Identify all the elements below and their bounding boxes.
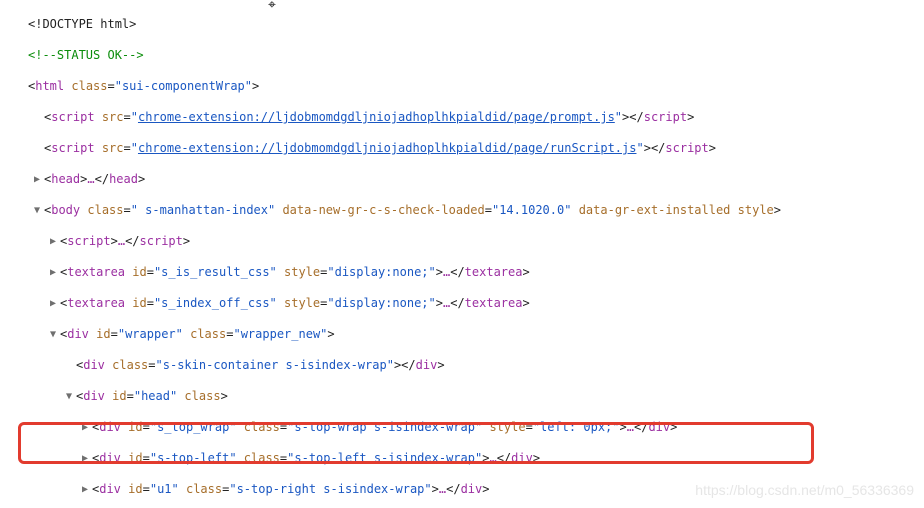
line-head[interactable]: ▶<head>…</head>	[0, 172, 924, 188]
line-body[interactable]: ▼<body class=" s-manhattan-index" data-n…	[0, 203, 924, 219]
line-textarea-2[interactable]: ▶<textarea id="s_index_off_css" style="d…	[0, 296, 924, 312]
line-script-1[interactable]: ▶<script src="chrome-extension://ljdobmo…	[0, 110, 924, 126]
expand-triangle-icon[interactable]: ▶	[50, 296, 60, 311]
expand-triangle-icon[interactable]: ▶	[50, 265, 60, 280]
expand-triangle-icon[interactable]: ▶	[50, 234, 60, 249]
line-script-2[interactable]: ▶<script src="chrome-extension://ljdobmo…	[0, 141, 924, 157]
collapse-triangle-icon[interactable]: ▼	[50, 327, 60, 342]
line-comment: ▶<!--STATUS OK-->	[0, 48, 924, 64]
collapse-triangle-icon[interactable]: ▼	[34, 203, 44, 218]
line-s-top-left[interactable]: ▶<div id="s-top-left" class="s-top-left …	[0, 451, 924, 467]
line-u1[interactable]: ▶<div id="u1" class="s-top-right s-isind…	[0, 482, 924, 498]
expand-triangle-icon[interactable]: ▶	[34, 172, 44, 187]
line-doctype: ▶<!DOCTYPE html>	[0, 17, 924, 33]
line-s-top-wrap[interactable]: ▶<div id="s_top_wrap" class="s-top-wrap …	[0, 420, 924, 436]
devtools-elements-panel[interactable]: ▶<!DOCTYPE html> ▶<!--STATUS OK--> ▶<htm…	[0, 0, 924, 508]
line-textarea-1[interactable]: ▶<textarea id="s_is_result_css" style="d…	[0, 265, 924, 281]
line-head-div[interactable]: ▼<div id="head" class>	[0, 389, 924, 405]
expand-triangle-icon[interactable]: ▶	[82, 451, 92, 466]
line-html[interactable]: ▶<html class="sui-componentWrap">	[0, 79, 924, 95]
script-2-link[interactable]: chrome-extension://ljdobmomdgdljniojadho…	[138, 141, 637, 155]
expand-triangle-icon[interactable]: ▶	[82, 420, 92, 435]
line-skin[interactable]: ▶<div class="s-skin-container s-isindex-…	[0, 358, 924, 374]
line-body-script[interactable]: ▶<script>…</script>	[0, 234, 924, 250]
expand-triangle-icon[interactable]: ▶	[82, 482, 92, 497]
line-wrapper[interactable]: ▼<div id="wrapper" class="wrapper_new">	[0, 327, 924, 343]
script-1-link[interactable]: chrome-extension://ljdobmomdgdljniojadho…	[138, 110, 615, 124]
collapse-triangle-icon[interactable]: ▼	[66, 389, 76, 404]
